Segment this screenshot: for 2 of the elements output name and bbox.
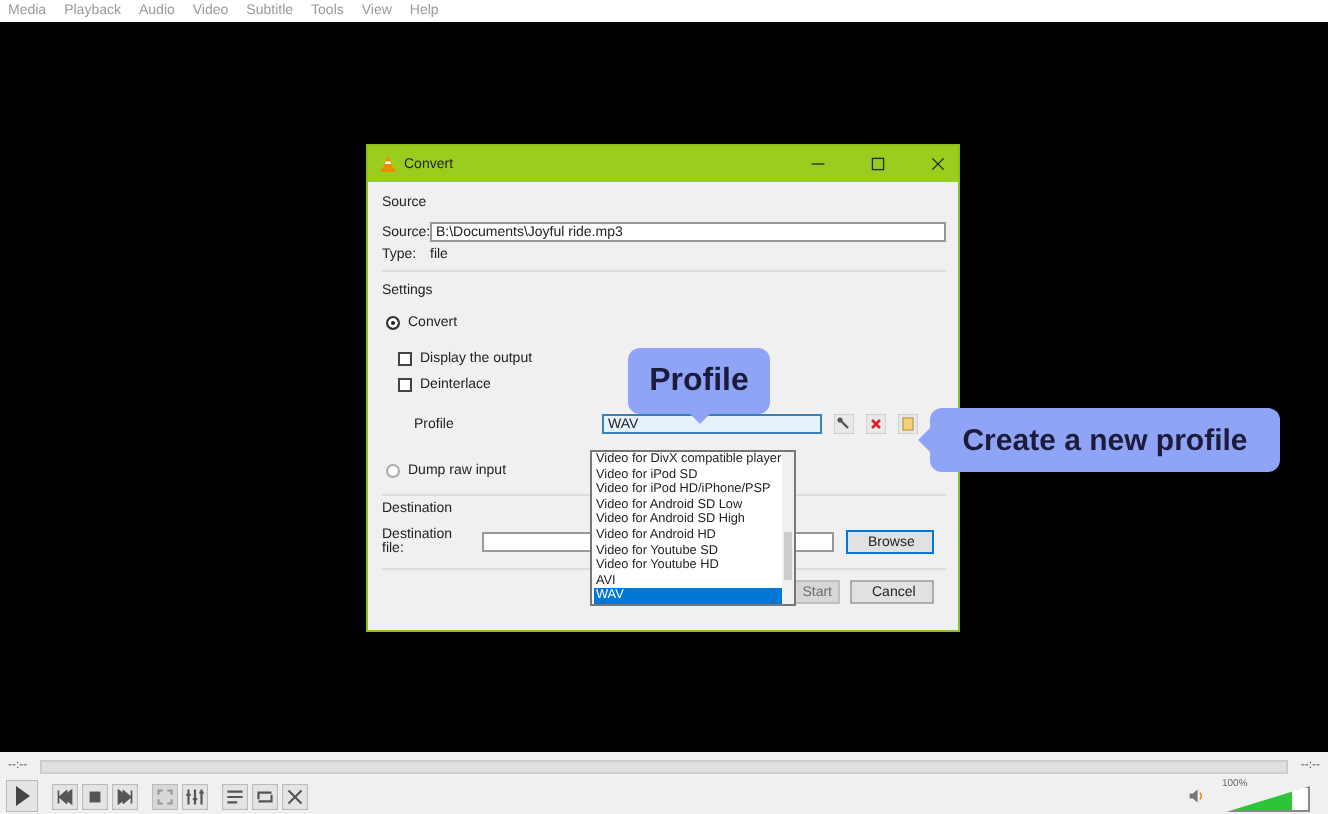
- callout-text: Profile: [649, 363, 749, 399]
- callout-text: Create a new profile: [962, 423, 1248, 457]
